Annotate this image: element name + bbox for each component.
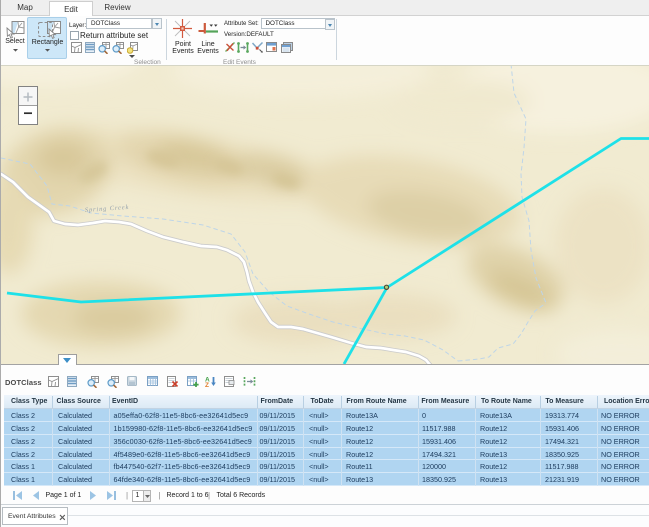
svg-text:Z: Z	[205, 382, 209, 387]
